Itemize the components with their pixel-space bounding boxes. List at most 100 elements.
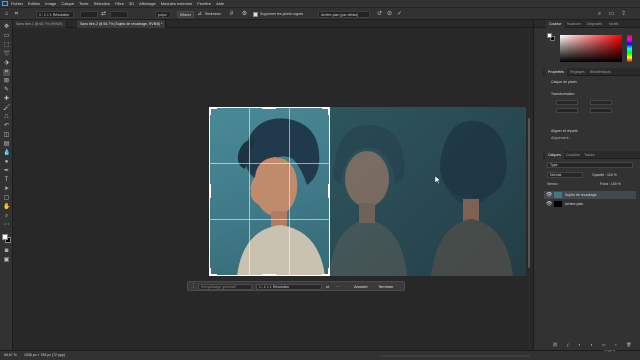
menu-3d[interactable]: 3D xyxy=(129,1,134,6)
brush-tool-icon[interactable]: 🖌 xyxy=(3,105,11,112)
taskbar-ratio-select[interactable]: 1 : 1 × 1 Résolution xyxy=(256,284,322,290)
y-input[interactable] xyxy=(590,108,612,113)
dodge-tool-icon[interactable]: ● xyxy=(3,159,10,166)
straighten-icon[interactable]: ⊿ xyxy=(196,11,203,18)
panel-foreground-swatch[interactable] xyxy=(547,33,552,38)
color-picker-field[interactable] xyxy=(560,35,622,62)
pen-tool-icon[interactable]: ✒ xyxy=(3,168,10,175)
tab-patterns[interactable]: Motifs xyxy=(606,20,621,28)
tab-gradients[interactable]: Dégradés xyxy=(584,20,605,28)
tab-color[interactable]: Couleur xyxy=(546,20,565,28)
crop-handle-bottom[interactable] xyxy=(262,274,276,276)
new-group-icon[interactable]: ▭ xyxy=(602,342,606,348)
swap-icon[interactable]: ⇄ xyxy=(100,11,107,18)
fill-select[interactable]: Arrière-plan (par défaut) xyxy=(318,11,370,18)
clone-stamp-tool-icon[interactable]: ⎍ xyxy=(3,114,10,121)
hand-tool-icon[interactable]: ✋ xyxy=(3,204,10,211)
done-button[interactable]: Terminer xyxy=(378,284,394,289)
crop-handle-right[interactable] xyxy=(328,184,330,198)
healing-brush-tool-icon[interactable]: ✚ xyxy=(3,96,10,103)
home-icon[interactable]: ⌂ xyxy=(3,11,10,18)
crop-handle-top-right[interactable] xyxy=(328,107,330,115)
tab-channels[interactable]: Couches xyxy=(563,151,583,159)
scrollbar-thumb[interactable] xyxy=(528,118,530,268)
menu-window[interactable]: Fenêtre xyxy=(197,1,211,6)
more-options-icon[interactable]: ⋯ xyxy=(336,284,340,289)
zoom-level[interactable]: 66,67 % xyxy=(4,353,17,358)
tab-swatches[interactable]: Nuancier xyxy=(564,20,584,28)
tab-document-1[interactable]: Sans titre-1 @ 66,7% (RVB/8) xyxy=(13,20,67,28)
delete-pixels-checkbox[interactable] xyxy=(253,12,258,17)
add-mask-icon[interactable]: ◐ xyxy=(578,342,580,348)
share-icon[interactable]: ⇪ xyxy=(620,11,627,18)
menu-filter[interactable]: Filtre xyxy=(115,1,124,6)
menu-plugins[interactable]: Modules externes xyxy=(161,1,193,6)
clear-button[interactable]: Effacer xyxy=(177,11,195,18)
commit-check-icon[interactable]: ✓ xyxy=(396,11,403,18)
reset-icon[interactable]: ↺ xyxy=(376,11,383,18)
eyedropper-tool-icon[interactable]: ✎ xyxy=(3,87,10,94)
height-field[interactable] xyxy=(110,11,128,18)
swap-icon[interactable]: ⇄ xyxy=(326,284,329,289)
marquee-tool-icon[interactable]: ⬚ xyxy=(3,42,10,49)
menu-view[interactable]: Affichage xyxy=(139,1,156,6)
crop-box[interactable] xyxy=(209,107,330,276)
search-icon[interactable]: ⌕ xyxy=(596,11,603,18)
delete-layer-icon[interactable]: 🗑 xyxy=(626,342,631,348)
crop-handle-bottom-right[interactable] xyxy=(328,268,330,276)
resolution-unit-select[interactable]: px/po xyxy=(155,11,171,18)
tab-adjustments[interactable]: Réglages xyxy=(567,68,588,76)
tab-properties[interactable]: Propriétés xyxy=(545,68,567,76)
menu-edit[interactable]: Edition xyxy=(28,1,40,6)
transform-heading[interactable]: Transformation xyxy=(551,92,574,97)
crop-border[interactable] xyxy=(209,107,330,276)
width-field[interactable] xyxy=(80,11,98,18)
menu-help[interactable]: Aide xyxy=(216,1,224,6)
crop-tool-icon[interactable]: ⌗ xyxy=(13,11,20,18)
workspace-icon[interactable]: ▭ xyxy=(608,11,615,18)
horizontal-scrollbar[interactable] xyxy=(380,355,530,357)
menu-type[interactable]: Texte xyxy=(79,1,89,6)
ratio-select[interactable]: 1 : 1 × 1 Résolution xyxy=(36,11,74,18)
history-brush-tool-icon[interactable]: ↶ xyxy=(3,123,10,130)
type-tool-icon[interactable]: T xyxy=(3,177,10,184)
overlay-grid-icon[interactable]: # xyxy=(228,11,235,18)
adjustment-layer-icon[interactable]: ◑ xyxy=(590,342,592,348)
menu-file[interactable]: Fichier xyxy=(11,1,23,6)
object-select-tool-icon[interactable]: ⬗ xyxy=(3,60,10,67)
tab-layers[interactable]: Calques xyxy=(545,151,564,159)
foreground-color-swatch[interactable] xyxy=(2,234,8,240)
canvas-scrollbar[interactable] xyxy=(527,28,531,350)
tab-libraries[interactable]: Bibliothèques xyxy=(587,68,614,76)
drag-handle-icon[interactable]: ⋮ xyxy=(191,284,196,289)
menu-select[interactable]: Sélection xyxy=(94,1,110,6)
cancel-button[interactable]: Annuler xyxy=(354,284,368,289)
layer-filter-field[interactable]: Type xyxy=(547,162,633,168)
crop-handle-left[interactable] xyxy=(209,184,211,198)
quick-mask-icon[interactable]: ◙ xyxy=(3,248,10,255)
crop-tool-icon[interactable]: ⌗ xyxy=(3,69,10,76)
layer-name[interactable]: Arrière-plan xyxy=(565,200,583,208)
gear-icon[interactable]: ⚙ xyxy=(241,11,248,18)
move-tool-icon[interactable]: ✥ xyxy=(3,24,10,31)
crop-handle-bottom-left[interactable] xyxy=(209,268,211,276)
new-layer-icon[interactable]: + xyxy=(615,342,617,348)
artboard-tool-icon[interactable]: ▭ xyxy=(3,33,10,40)
tab-paths[interactable]: Tracés xyxy=(581,151,598,159)
blend-mode-select[interactable]: Normal xyxy=(547,172,583,178)
crop-handle-top[interactable] xyxy=(262,107,276,109)
opacity-field[interactable]: Opacité : 100 % xyxy=(592,173,617,178)
gradient-tool-icon[interactable]: ▤ xyxy=(3,141,10,148)
hue-slider[interactable] xyxy=(627,35,632,62)
width-input[interactable] xyxy=(556,100,578,105)
photoshop-logo-icon[interactable] xyxy=(2,1,8,6)
height-input[interactable] xyxy=(590,100,612,105)
blur-tool-icon[interactable]: 💧 xyxy=(3,150,10,157)
cancel-icon[interactable]: ⊘ xyxy=(386,11,393,18)
eraser-tool-icon[interactable]: ◫ xyxy=(3,132,10,139)
layer-style-icon[interactable]: ƒ xyxy=(567,342,569,348)
crop-handle-top-left[interactable] xyxy=(209,107,211,115)
lasso-tool-icon[interactable]: ➰ xyxy=(3,51,10,58)
visibility-eye-icon[interactable]: 👁 xyxy=(546,192,552,198)
link-layers-icon[interactable]: ⛓ xyxy=(553,342,558,348)
